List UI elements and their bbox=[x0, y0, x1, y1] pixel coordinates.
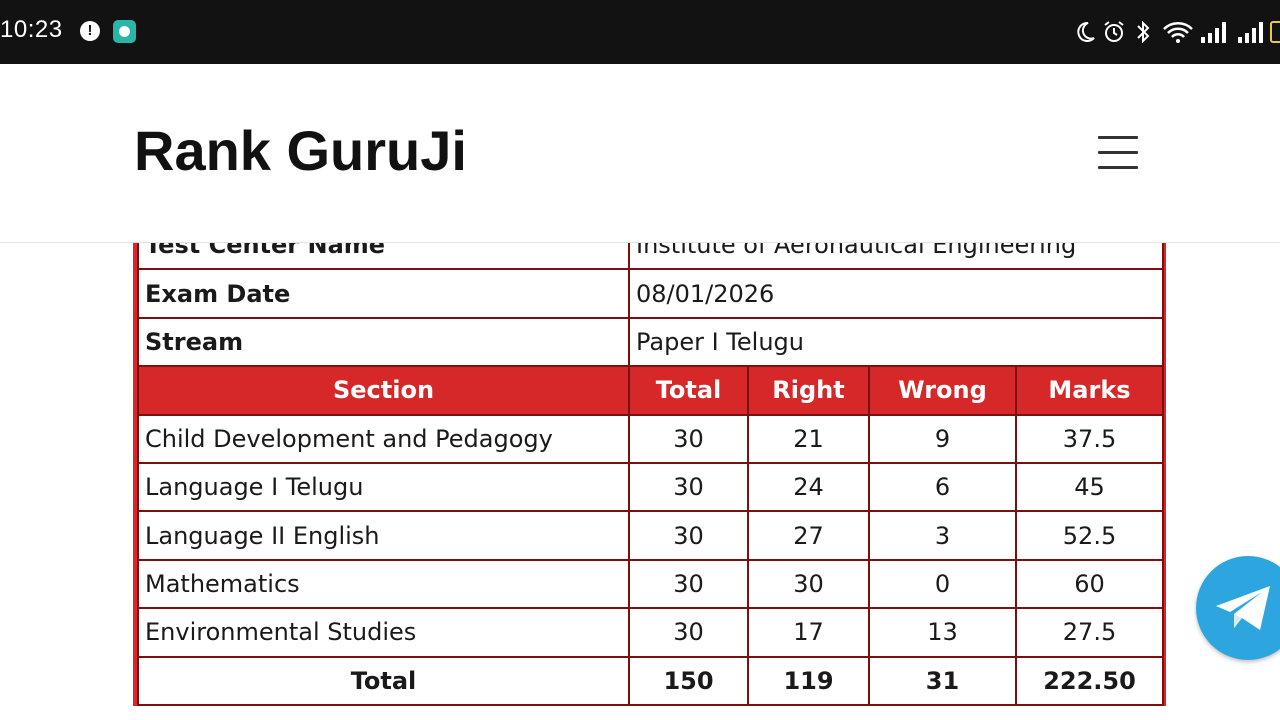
info-label: Exam Date bbox=[137, 268, 630, 319]
total-cell: 150 bbox=[628, 655, 749, 706]
result-table: Test Center Name Institute of Aeronautic… bbox=[133, 216, 1166, 706]
column-header: Total bbox=[628, 365, 749, 416]
menu-bar bbox=[1098, 136, 1138, 139]
table-row: Language I Telugu 30 24 6 45 bbox=[137, 461, 1164, 513]
column-header: Wrong bbox=[868, 365, 1017, 416]
total-row: Total 150 119 31 222.50 bbox=[137, 655, 1164, 706]
info-row-exam-date: Exam Date 08/01/2026 bbox=[137, 268, 1164, 319]
table-row: Mathematics 30 30 0 60 bbox=[137, 558, 1164, 610]
battery-icon bbox=[1270, 21, 1280, 43]
section-name: Language I Telugu bbox=[137, 461, 630, 513]
signal-icon bbox=[1238, 22, 1263, 43]
right-cell: 21 bbox=[747, 413, 870, 464]
signal-icon bbox=[1201, 22, 1226, 43]
total-cell: 30 bbox=[628, 413, 749, 464]
section-name: Language II English bbox=[137, 510, 630, 561]
info-value: Paper I Telugu bbox=[628, 316, 1164, 368]
marks-cell: 60 bbox=[1015, 558, 1164, 610]
total-cell: 30 bbox=[628, 558, 749, 610]
marks-cell: 45 bbox=[1015, 461, 1164, 513]
total-label: Total bbox=[137, 655, 630, 706]
table-header-row: Section Total Right Wrong Marks bbox=[137, 365, 1164, 416]
right-cell: 24 bbox=[747, 461, 870, 513]
section-name: Mathematics bbox=[137, 558, 630, 610]
section-name: Child Development and Pedagogy bbox=[137, 413, 630, 464]
marks-cell: 27.5 bbox=[1015, 607, 1164, 658]
column-header: Right bbox=[747, 365, 870, 416]
wrong-cell: 31 bbox=[868, 655, 1017, 706]
table-row: Language II English 30 27 3 52.5 bbox=[137, 510, 1164, 561]
wrong-cell: 3 bbox=[868, 510, 1017, 561]
info-row-stream: Stream Paper I Telugu bbox=[137, 316, 1164, 368]
menu-bar bbox=[1098, 151, 1138, 154]
right-cell: 17 bbox=[747, 607, 870, 658]
site-header: Rank GuruJi bbox=[0, 64, 1280, 243]
total-cell: 30 bbox=[628, 607, 749, 658]
bluetooth-icon bbox=[1137, 20, 1150, 44]
menu-bar bbox=[1098, 166, 1138, 169]
table-row: Environmental Studies 30 17 13 27.5 bbox=[137, 607, 1164, 658]
wrong-cell: 0 bbox=[868, 558, 1017, 610]
marks-cell: 37.5 bbox=[1015, 413, 1164, 464]
column-header: Section bbox=[137, 365, 630, 416]
wrong-cell: 6 bbox=[868, 461, 1017, 513]
status-time: 10:23 bbox=[0, 16, 63, 43]
column-header: Marks bbox=[1015, 365, 1164, 416]
alarm-icon bbox=[1104, 21, 1124, 42]
table-row: Child Development and Pedagogy 30 21 9 3… bbox=[137, 413, 1164, 464]
site-title[interactable]: Rank GuruJi bbox=[134, 118, 467, 183]
right-cell: 27 bbox=[747, 510, 870, 561]
info-value: 08/01/2026 bbox=[628, 268, 1164, 319]
hamburger-menu-icon[interactable] bbox=[1098, 136, 1138, 170]
total-cell: 30 bbox=[628, 461, 749, 513]
wrong-cell: 9 bbox=[868, 413, 1017, 464]
right-cell: 30 bbox=[747, 558, 870, 610]
marks-cell: 222.50 bbox=[1015, 655, 1164, 706]
status-bar: 10:23 ! bbox=[0, 0, 1280, 64]
wifi-icon bbox=[1163, 22, 1193, 43]
telegram-icon[interactable] bbox=[1196, 556, 1280, 660]
marks-cell: 52.5 bbox=[1015, 510, 1164, 561]
alert-icon: ! bbox=[80, 21, 100, 41]
total-cell: 30 bbox=[628, 510, 749, 561]
moon-icon bbox=[1077, 21, 1095, 42]
wrong-cell: 13 bbox=[868, 607, 1017, 658]
section-name: Environmental Studies bbox=[137, 607, 630, 658]
paper-plane-icon bbox=[1216, 586, 1270, 630]
info-label: Stream bbox=[137, 316, 630, 368]
right-cell: 119 bbox=[747, 655, 870, 706]
app-notification-icon bbox=[113, 20, 136, 43]
